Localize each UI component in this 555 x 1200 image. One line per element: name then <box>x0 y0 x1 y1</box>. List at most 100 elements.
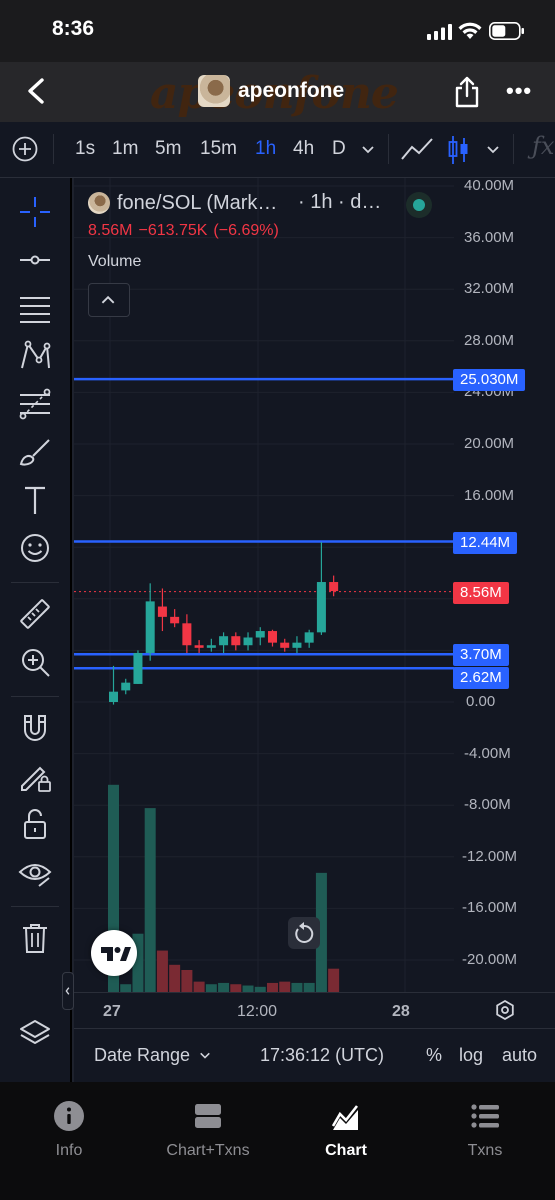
brush-tool-icon[interactable] <box>17 434 53 470</box>
candle-body <box>145 601 155 653</box>
time-axis[interactable]: 27 12:00 28 <box>74 992 555 1028</box>
tab-info[interactable]: Info <box>9 1100 129 1160</box>
price-tick-label: 36.00M <box>464 228 515 246</box>
share-icon[interactable] <box>454 76 480 108</box>
time-label-noon: 12:00 <box>237 1003 278 1020</box>
time-label-28: 28 <box>392 1003 410 1020</box>
token-name: apeonfone <box>238 79 345 102</box>
candle-body <box>267 631 277 643</box>
info-icon <box>54 1101 84 1131</box>
tab-chart[interactable]: Chart <box>286 1100 406 1160</box>
line-chart-icon[interactable] <box>400 135 434 163</box>
fib-tool-icon[interactable] <box>17 386 53 422</box>
toolbar-divider <box>513 134 514 164</box>
indicators-fx-icon[interactable]: ƒx <box>532 132 554 160</box>
chevron-down-icon <box>200 1052 210 1059</box>
chevron-down-icon[interactable] <box>361 142 375 156</box>
timeframe-d[interactable]: D <box>332 138 346 160</box>
candle-body <box>255 631 265 638</box>
date-range-button[interactable]: Date Range <box>94 1045 211 1066</box>
tradingview-logo[interactable] <box>91 930 137 976</box>
collapse-legend-button[interactable] <box>88 283 130 317</box>
ruler-icon[interactable] <box>17 596 53 632</box>
price-label-line-2: 12.44M <box>453 532 518 554</box>
toolbar-divider <box>388 134 389 164</box>
candle-body <box>170 616 180 624</box>
volume-bar <box>328 968 340 992</box>
more-options-icon[interactable]: ••• <box>506 78 532 104</box>
pattern-tool-icon[interactable] <box>17 338 53 374</box>
price-tick-label: 16.00M <box>464 486 515 504</box>
bottom-tab-bar: Info Chart+Txns Chart Txns <box>0 1082 555 1200</box>
timeframe-4h[interactable]: 4h <box>293 138 314 160</box>
candlestick-icon[interactable] <box>447 134 471 166</box>
collapse-toolbar-button[interactable] <box>62 972 74 1010</box>
log-scale-toggle[interactable]: log <box>459 1045 483 1066</box>
chart-toolbar: 1s 1m 5m 15m 1h 4h D ƒx <box>0 122 555 178</box>
price-change: −613.75K <box>138 222 208 239</box>
add-symbol-icon[interactable] <box>12 136 38 162</box>
candle-body <box>121 682 131 691</box>
toolbar-divider <box>53 134 54 164</box>
chevron-down-icon[interactable] <box>486 142 500 156</box>
token-title: apeonfone <box>198 74 344 108</box>
timeframe-15m[interactable]: 15m <box>200 138 237 160</box>
tab-chart-txns[interactable]: Chart+Txns <box>148 1100 268 1160</box>
volume-bar <box>230 984 242 992</box>
tab-txns-label: Txns <box>467 1142 503 1159</box>
crosshair-icon[interactable] <box>17 194 53 230</box>
symbol-name[interactable]: fone/SOL (Mark… <box>117 192 277 215</box>
status-bar: 8:36 <box>0 0 555 62</box>
unlock-icon[interactable] <box>17 806 53 842</box>
candle-body <box>194 645 204 648</box>
visibility-eye-icon[interactable] <box>17 854 53 890</box>
price-tick-label: 40.00M <box>464 177 515 194</box>
utc-clock[interactable]: 17:36:12 (UTC) <box>260 1045 384 1066</box>
timeframe-1s[interactable]: 1s <box>75 138 95 160</box>
candle-body <box>109 691 118 702</box>
price-tick-label: 32.00M <box>464 280 515 298</box>
text-tool-icon[interactable] <box>17 482 53 518</box>
chevron-left-icon <box>65 987 70 995</box>
price-label-line-3: 3.70M <box>453 644 509 666</box>
settings-gear-icon[interactable] <box>494 999 516 1021</box>
horizontal-line-tool-icon[interactable] <box>17 242 53 278</box>
timeframe-1h[interactable]: 1h <box>255 138 276 160</box>
price-label-current: 8.56M <box>453 582 509 604</box>
auto-scale-toggle[interactable]: auto <box>502 1045 537 1066</box>
reset-chart-button[interactable] <box>288 917 320 949</box>
volume-bar <box>193 981 205 992</box>
tab-chart-label: Chart <box>325 1142 367 1159</box>
trash-icon[interactable] <box>17 920 53 956</box>
symbol-interval: · 1h · d… <box>298 191 382 213</box>
price-tick-label: -8.00M <box>464 796 511 814</box>
layers-icon[interactable] <box>17 1015 53 1051</box>
price-change-row: 8.56M −613.75K (−6.69%) <box>88 222 285 240</box>
price-tick-label: 0.00 <box>466 693 496 710</box>
timeframe-1m[interactable]: 1m <box>112 138 138 160</box>
volume-bar <box>218 982 230 992</box>
market-status-dot <box>406 192 432 218</box>
parallel-lines-tool-icon[interactable] <box>17 290 53 326</box>
magnet-icon[interactable] <box>17 710 53 746</box>
zoom-in-icon[interactable] <box>17 644 53 680</box>
price-label-line-1: 25.030M <box>453 369 526 391</box>
back-chevron-icon[interactable] <box>22 76 50 106</box>
percent-scale-toggle[interactable]: % <box>426 1045 442 1066</box>
chart-legend: fone/SOL (Mark… · 1h · d… 8.56M −613.75K (… <box>88 188 432 240</box>
timeframe-5m[interactable]: 5m <box>155 138 181 160</box>
price-tick-label: 20.00M <box>464 435 515 452</box>
volume-indicator-label[interactable]: Volume <box>88 253 141 271</box>
volume-bar <box>120 984 132 992</box>
price-tick-label: -16.00M <box>462 899 518 917</box>
lock-drawing-icon[interactable] <box>17 758 53 794</box>
toolbar-divider <box>11 696 59 697</box>
emoji-tool-icon[interactable] <box>17 530 53 566</box>
price-tick-label: -20.00M <box>462 951 518 968</box>
app-header: apeonfone apeonfone ••• <box>0 62 555 122</box>
volume-bar <box>181 969 193 992</box>
candle-body <box>219 636 229 646</box>
candle-body <box>292 642 302 648</box>
list-icon <box>471 1104 499 1128</box>
tab-txns[interactable]: Txns <box>425 1100 545 1160</box>
